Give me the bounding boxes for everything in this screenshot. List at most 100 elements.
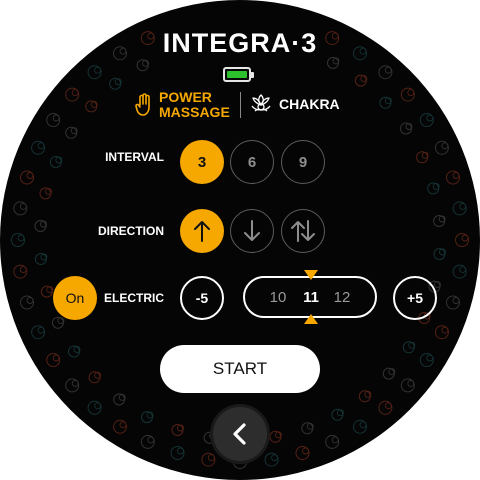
interval-option-9[interactable]: 9: [281, 140, 325, 184]
ring-ornament: [40, 285, 54, 298]
start-button[interactable]: START: [160, 345, 320, 393]
ring-ornament: [170, 446, 185, 460]
ring-ornament: [400, 378, 415, 393]
ring-ornament: [301, 422, 314, 435]
ring-ornament: [141, 411, 154, 424]
ring-ornament: [51, 316, 65, 329]
ring-ornament: [39, 187, 52, 200]
mode-power-massage[interactable]: POWER MASSAGE: [135, 90, 230, 120]
ring-ornament: [354, 74, 368, 87]
ring-ornament: [382, 367, 396, 380]
ring-ornament: [113, 393, 126, 406]
ring-ornament: [46, 353, 61, 367]
ring-ornament: [49, 156, 63, 168]
ring-ornament: [34, 253, 48, 265]
mode-power-line2: MASSAGE: [159, 104, 230, 120]
interval-option-3[interactable]: 3: [180, 140, 224, 184]
ring-ornament: [295, 446, 310, 460]
ring-ornament: [433, 215, 446, 227]
ring-ornament: [378, 65, 393, 80]
picker-pointer-bottom: [304, 314, 318, 324]
ring-ornament: [264, 452, 279, 467]
ring-ornament: [140, 434, 155, 449]
ring-ornament: [88, 371, 102, 384]
chevron-left-icon: [233, 423, 246, 445]
arrow-down-icon: [244, 220, 260, 241]
ring-ornament: [400, 87, 415, 102]
ring-ornament: [87, 400, 102, 415]
arrows-up-down-icon: [291, 220, 315, 242]
ring-ornament: [171, 424, 184, 436]
ring-ornament: [433, 248, 446, 260]
ring-ornament: [31, 140, 46, 155]
direction-label: DIRECTION: [98, 224, 164, 238]
interval-option-9-label: 9: [298, 153, 308, 171]
electric-decrease-label: -5: [195, 290, 209, 306]
app-title: INTEGRA·3: [162, 28, 318, 58]
ring-ornament: [455, 233, 469, 247]
start-button-label: START: [212, 359, 268, 378]
electric-toggle-label: On: [65, 290, 85, 306]
ring-ornament: [136, 59, 150, 72]
electric-decrease-button[interactable]: -5: [180, 276, 224, 320]
ring-ornament: [446, 295, 460, 310]
ring-ornament: [65, 378, 80, 393]
ring-ornament: [68, 345, 81, 358]
electric-level-prev[interactable]: 10: [263, 289, 293, 306]
ring-ornament: [452, 264, 467, 279]
battery-icon: [223, 67, 254, 82]
picker-pointer-top: [304, 270, 318, 280]
mode-divider: [240, 92, 241, 118]
ring-ornament: [379, 96, 392, 109]
interval-label: INTERVAL: [105, 150, 164, 164]
ring-ornament: [34, 220, 47, 232]
arrow-up-icon: [194, 221, 210, 242]
ring-ornament: [419, 113, 434, 127]
electric-level-next[interactable]: 12: [327, 289, 357, 306]
ring-ornament: [331, 408, 344, 421]
ring-ornament: [402, 341, 416, 354]
ring-ornament: [13, 201, 28, 216]
electric-toggle-button[interactable]: On: [53, 276, 97, 320]
electric-increase-label: +5: [407, 290, 423, 306]
ring-ornament: [109, 77, 122, 90]
electric-label: ELECTRIC: [104, 291, 164, 305]
ring-ornament: [452, 201, 467, 216]
ring-ornament: [378, 400, 393, 415]
back-button[interactable]: [213, 407, 267, 461]
ring-ornament: [31, 325, 46, 340]
interval-option-3-label: 3: [197, 153, 207, 171]
ring-ornament: [20, 170, 34, 185]
interval-option-6-label: 6: [247, 153, 257, 171]
interval-option-6[interactable]: 6: [230, 140, 274, 184]
ring-ornament: [353, 419, 367, 434]
ring-ornament: [20, 295, 34, 310]
electric-level-current: 11: [303, 289, 319, 306]
ring-ornament: [13, 264, 28, 279]
direction-both-button[interactable]: [281, 209, 325, 253]
ring-ornament: [11, 233, 25, 247]
ring-ornament: [400, 122, 413, 135]
mode-chakra[interactable]: CHAKRA: [249, 92, 340, 116]
ring-ornament: [434, 325, 449, 340]
ring-ornament: [87, 65, 102, 80]
ring-ornament: [201, 452, 216, 467]
ring-ornament: [434, 140, 449, 155]
mode-power-line1: POWER: [159, 89, 212, 105]
ring-ornament: [327, 56, 340, 69]
ring-ornament: [427, 182, 440, 195]
ring-ornament: [446, 170, 460, 185]
ring-ornament: [416, 151, 429, 164]
direction-up-button[interactable]: [180, 209, 224, 253]
ring-ornament: [46, 113, 61, 127]
hand-icon: [135, 93, 150, 116]
ring-ornament: [85, 100, 98, 113]
ring-ornament: [65, 87, 80, 102]
direction-down-button[interactable]: [230, 209, 274, 253]
ring-ornament: [358, 390, 372, 403]
ring-ornament: [325, 434, 340, 449]
ring-ornament: [269, 430, 282, 443]
electric-increase-button[interactable]: +5: [393, 276, 437, 320]
ring-ornament: [113, 419, 127, 434]
electric-level-picker[interactable]: 10 11 12: [243, 276, 377, 318]
